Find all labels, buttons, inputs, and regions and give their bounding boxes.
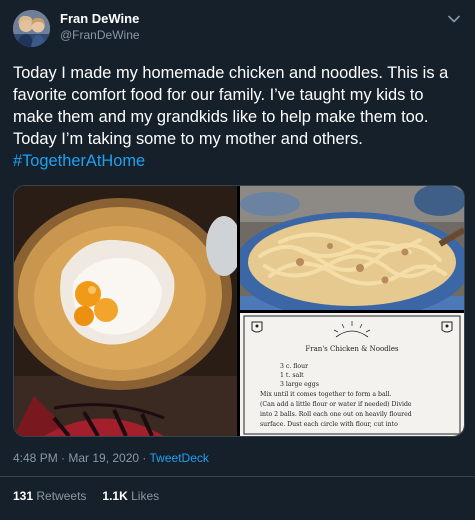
recipe-card: Fran's Chicken & Noodles 3 c. flour 1 t.… [240, 313, 464, 436]
media-image-recipe-card[interactable]: Fran's Chicken & Noodles 3 c. flour 1 t.… [240, 313, 464, 436]
recipe-line: Mix until it comes together to form a ba… [260, 391, 392, 398]
tweet-card: Fran DeWine @FranDeWine Today I made my … [0, 0, 475, 520]
tweet-text: Today I made my homemade chicken and noo… [13, 62, 465, 172]
recipe-line: 1 t. salt [280, 372, 304, 379]
chevron-down-icon[interactable] [445, 10, 463, 28]
retweets-label: Retweets [36, 489, 87, 503]
noodles-in-pot-icon [234, 186, 464, 320]
author-handle[interactable]: @FranDeWine [60, 28, 140, 42]
retweets-stat[interactable]: 131 Retweets [13, 489, 86, 503]
engagement-stats: 131 Retweets 1.1K Likes [13, 489, 159, 503]
media-image-flour-bowl[interactable] [14, 186, 242, 436]
likes-count: 1.1K [102, 489, 128, 503]
recipe-line: (Can add a little flour or water if need… [260, 401, 412, 408]
hashtag-link[interactable]: #TogetherAtHome [13, 152, 145, 170]
retweets-count: 131 [13, 489, 34, 503]
avatar-photo-icon [13, 10, 50, 47]
author-name[interactable]: Fran DeWine [60, 11, 139, 26]
recipe-line: surface. Dust each circle with flour, cu… [260, 421, 398, 428]
tweet-meta: 4:48 PM · Mar 19, 2020 · TweetDeck [13, 451, 209, 465]
likes-stat[interactable]: 1.1K Likes [102, 489, 159, 503]
avatar[interactable] [13, 10, 50, 47]
tweet-source-link[interactable]: TweetDeck [150, 451, 209, 465]
recipe-line: 3 large eggs [280, 381, 319, 388]
tweet-timestamp[interactable]: 4:48 PM · Mar 19, 2020 · [13, 451, 150, 465]
recipe-title: Fran's Chicken & Noodles [305, 345, 399, 353]
likes-label: Likes [131, 489, 160, 503]
flour-and-eggs-in-bowl-icon [14, 186, 242, 436]
media-grid: Fran's Chicken & Noodles 3 c. flour 1 t.… [13, 185, 465, 437]
divider [0, 476, 475, 477]
tweet-body: Today I made my homemade chicken and noo… [13, 64, 449, 148]
recipe-line: 3 c. flour [280, 363, 309, 370]
recipe-line: into 2 balls. Roll each one out on heavi… [260, 411, 412, 418]
media-image-noodles[interactable] [234, 186, 464, 320]
